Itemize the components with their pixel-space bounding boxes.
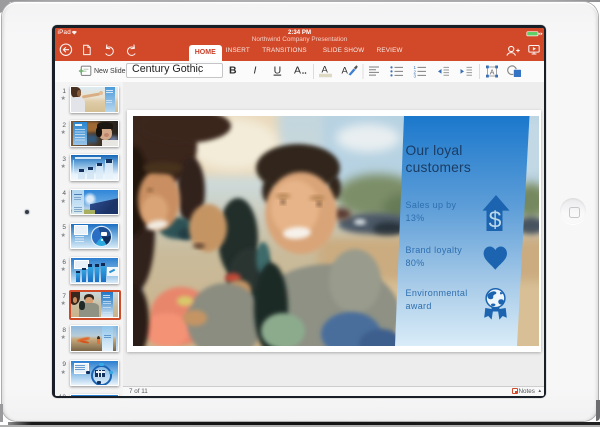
svg-text:B: B	[229, 65, 237, 77]
svg-text:I: I	[254, 65, 257, 77]
svg-text:3: 3	[414, 74, 417, 79]
svg-text:A: A	[294, 65, 301, 77]
svg-text:A: A	[490, 70, 495, 77]
svg-text:U: U	[274, 65, 282, 77]
svg-text:A: A	[342, 66, 349, 77]
svg-text:$: $	[489, 207, 502, 233]
